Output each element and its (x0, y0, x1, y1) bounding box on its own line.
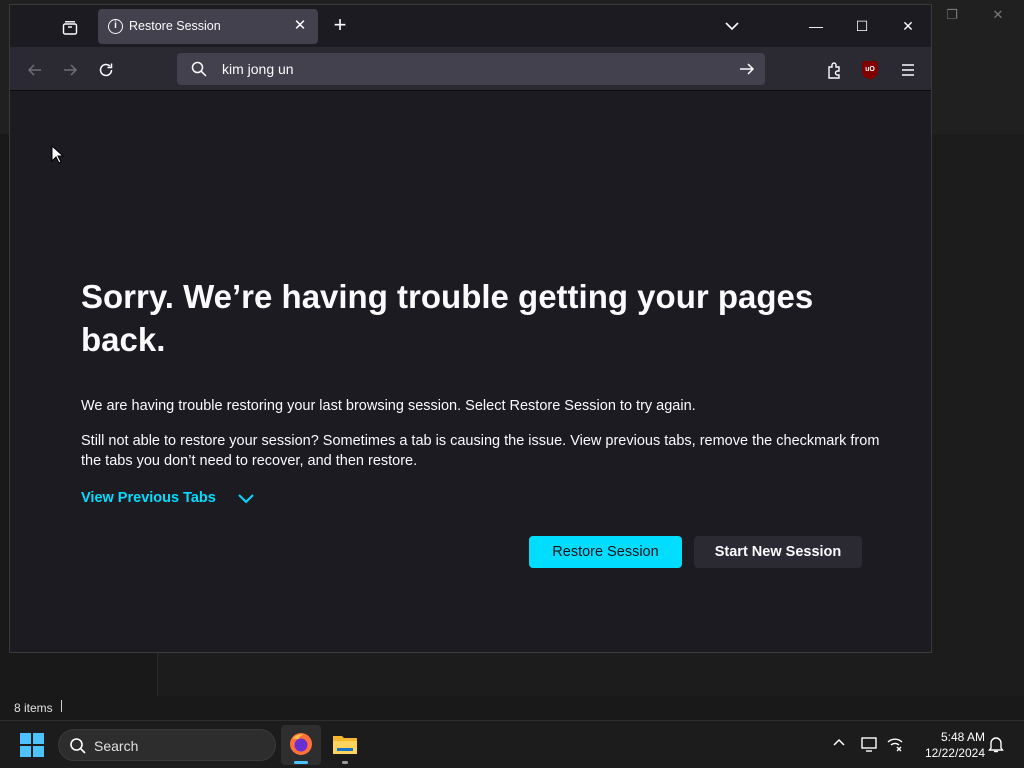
explorer-close-icon[interactable]: ✕ (988, 6, 1008, 24)
start-new-session-button[interactable]: Start New Session (694, 536, 862, 568)
info-icon: i (108, 19, 123, 34)
start-button[interactable] (20, 733, 44, 757)
puzzle-icon (828, 62, 840, 79)
firefox-view-button[interactable] (56, 14, 84, 42)
tab-title: Restore Session (129, 19, 221, 33)
url-input[interactable] (222, 59, 722, 79)
taskbar-firefox[interactable] (281, 725, 321, 765)
reload-icon (99, 63, 113, 77)
explorer-status-bar: 8 items (0, 696, 1024, 720)
firefox-window: i Restore Session ✕ + — ☐ ✕ uO (9, 4, 932, 653)
view-previous-tabs-link[interactable]: View Previous Tabs (81, 490, 216, 506)
restore-session-button[interactable]: Restore Session (529, 536, 682, 568)
taskbar: Search 5:48 AM 12/22/2024 (0, 720, 1024, 768)
firefox-icon (290, 733, 312, 755)
taskbar-search-label: Search (94, 738, 139, 754)
taskbar-file-explorer[interactable] (325, 725, 365, 765)
reload-button[interactable] (93, 57, 119, 83)
firefox-view-icon (62, 21, 78, 35)
clock[interactable]: 5:48 AM 12/22/2024 (913, 729, 985, 761)
explorer-item-count: 8 items (14, 701, 53, 715)
new-tab-button[interactable]: + (328, 14, 352, 38)
extensions-button[interactable] (824, 59, 846, 81)
taskbar-search[interactable]: Search (58, 729, 276, 761)
tab-restore-session[interactable]: i Restore Session ✕ (98, 9, 318, 44)
forward-button[interactable] (57, 57, 83, 83)
hamburger-menu-icon (902, 64, 914, 76)
error-description: We are having trouble restoring your las… (81, 398, 696, 414)
tab-strip: i Restore Session ✕ + — ☐ ✕ (10, 5, 931, 47)
show-hidden-icons-chevron-up-icon[interactable] (829, 735, 849, 755)
back-button[interactable] (22, 57, 48, 83)
network-disconnected-icon[interactable] (885, 735, 905, 755)
close-window-button[interactable]: ✕ (896, 14, 920, 38)
ublock-origin-icon[interactable]: uO (862, 61, 878, 79)
minimize-button[interactable]: — (804, 14, 828, 38)
app-menu-button[interactable] (897, 59, 919, 81)
maximize-button[interactable]: ☐ (850, 14, 874, 38)
list-all-tabs-button[interactable] (722, 16, 742, 36)
active-indicator (294, 761, 308, 764)
notification-bell-icon[interactable] (986, 735, 1006, 755)
forward-arrow-icon (64, 64, 78, 76)
explorer-restore-icon[interactable]: ❐ (942, 6, 962, 24)
restore-session-page: Sorry. We’re having trouble getting your… (10, 91, 931, 652)
error-help-text: Still not able to restore your session? … (81, 433, 880, 469)
clock-date: 12/22/2024 (924, 746, 985, 760)
page-title: Sorry. We’re having trouble getting your… (81, 278, 814, 358)
go-arrow-icon (740, 63, 755, 75)
chevron-down-icon[interactable] (237, 492, 255, 506)
back-arrow-icon (27, 64, 41, 76)
mouse-cursor-icon (51, 145, 65, 164)
tab-close-icon[interactable]: ✕ (290, 16, 310, 36)
windows-logo-icon (20, 733, 44, 757)
clock-time: 5:48 AM (940, 730, 985, 744)
chevron-down-icon (725, 22, 739, 31)
url-bar[interactable] (177, 53, 765, 85)
folder-icon (333, 736, 357, 754)
navigation-toolbar: uO (10, 47, 931, 91)
display-icon[interactable] (860, 735, 880, 755)
running-indicator (342, 761, 348, 764)
status-divider (61, 700, 62, 712)
search-icon (70, 738, 86, 754)
search-icon (191, 61, 207, 77)
